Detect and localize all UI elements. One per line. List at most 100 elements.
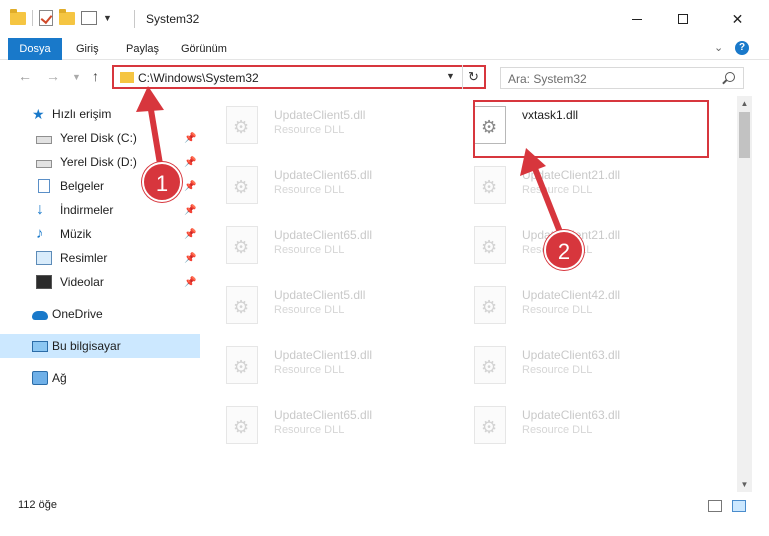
file-type: Resource DLL bbox=[274, 304, 345, 316]
scroll-down-icon[interactable]: ▼ bbox=[737, 477, 752, 492]
sidebar-item-label: Hızlı erişim bbox=[52, 107, 112, 121]
recent-locations-icon[interactable]: ▼ bbox=[72, 72, 81, 82]
dll-file-icon bbox=[474, 406, 506, 444]
sidebar-item-music[interactable]: ♪ Müzik 📌 bbox=[0, 222, 200, 246]
tab-file[interactable]: Dosya bbox=[8, 38, 62, 60]
folder-icon bbox=[10, 8, 26, 25]
help-icon[interactable]: ? bbox=[735, 41, 749, 55]
close-button[interactable]: ✕ bbox=[706, 0, 769, 38]
close-icon: ✕ bbox=[731, 10, 744, 27]
address-bar[interactable]: C:\Windows\System32 ▼ ↻ bbox=[112, 65, 486, 89]
drive-icon bbox=[36, 160, 52, 168]
pin-icon[interactable]: 📌 bbox=[184, 277, 196, 288]
video-icon bbox=[36, 275, 52, 289]
title-bar: ▼ System32 ✕ bbox=[0, 0, 769, 38]
chevron-down-icon[interactable]: ▼ bbox=[446, 71, 455, 81]
file-item[interactable]: UpdateClient65.dll Resource DLL bbox=[204, 216, 434, 266]
dll-file-icon bbox=[474, 286, 506, 324]
sidebar-item-this-pc[interactable]: Bu bilgisayar bbox=[0, 334, 200, 358]
step-1-badge: 1 bbox=[142, 162, 182, 202]
sidebar-item-label: Yerel Disk (C:) bbox=[60, 131, 137, 145]
details-view-button[interactable] bbox=[708, 500, 722, 512]
sidebar-item-downloads[interactable]: ↓ İndirmeler 📌 bbox=[0, 198, 200, 222]
highlight-box bbox=[473, 100, 709, 158]
sidebar-item-network[interactable]: Ağ bbox=[0, 366, 200, 390]
music-icon: ♪ bbox=[36, 225, 44, 242]
computer-icon bbox=[32, 340, 48, 352]
dll-file-icon bbox=[474, 226, 506, 264]
search-icon bbox=[725, 72, 735, 82]
navigation-pane: ★ Hızlı erişim Yerel Disk (C:) 📌 Yerel D… bbox=[0, 96, 200, 488]
file-item[interactable]: UpdateClient65.dll Resource DLL bbox=[204, 396, 434, 446]
scroll-thumb[interactable] bbox=[739, 112, 750, 158]
tab-view[interactable]: Görünüm bbox=[181, 38, 227, 60]
maximize-icon bbox=[678, 14, 688, 24]
dll-file-icon bbox=[226, 406, 258, 444]
sidebar-item-local-disk-c[interactable]: Yerel Disk (C:) 📌 bbox=[0, 126, 200, 150]
pin-icon[interactable]: 📌 bbox=[184, 181, 196, 192]
back-button[interactable]: ← bbox=[18, 68, 32, 84]
dll-file-icon bbox=[226, 226, 258, 264]
pin-icon[interactable]: 📌 bbox=[184, 205, 196, 216]
file-type: Resource DLL bbox=[522, 184, 593, 196]
file-name: UpdateClient42.dll bbox=[522, 288, 621, 302]
file-type: Resource DLL bbox=[274, 244, 345, 256]
address-path[interactable]: C:\Windows\System32 bbox=[138, 71, 259, 85]
tab-home[interactable]: Giriş bbox=[76, 38, 99, 60]
file-item[interactable]: UpdateClient21.dll Resource DLL bbox=[452, 156, 682, 206]
sidebar-item-label: Resimler bbox=[60, 251, 108, 265]
pin-icon[interactable]: 📌 bbox=[184, 253, 196, 264]
file-item[interactable]: UpdateClient63.dll Resource DLL bbox=[452, 396, 682, 446]
navigation-bar: ← → ▼ ↑ C:\Windows\System32 ▼ ↻ Ara: Sys… bbox=[0, 62, 769, 92]
chevron-down-icon[interactable]: ▼ bbox=[103, 13, 112, 23]
scroll-up-icon[interactable]: ▲ bbox=[737, 96, 752, 111]
refresh-button[interactable]: ↻ bbox=[462, 65, 484, 89]
file-item[interactable]: UpdateClient5.dll Resource DLL bbox=[204, 96, 434, 146]
file-item[interactable]: UpdateClient19.dll Resource DLL bbox=[204, 336, 434, 386]
file-name: UpdateClient5.dll bbox=[274, 108, 366, 122]
new-folder-icon[interactable] bbox=[59, 8, 75, 25]
file-name: UpdateClient63.dll bbox=[522, 408, 621, 422]
pin-icon[interactable]: 📌 bbox=[184, 229, 196, 240]
minimize-button[interactable] bbox=[614, 0, 660, 38]
tab-share[interactable]: Paylaş bbox=[126, 38, 159, 60]
sidebar-item-label: OneDrive bbox=[52, 307, 103, 321]
quick-access-toolbar: ▼ bbox=[10, 8, 112, 26]
dll-file-icon bbox=[226, 166, 258, 204]
file-name: UpdateClient65.dll bbox=[274, 168, 373, 182]
pin-icon[interactable]: 📌 bbox=[184, 133, 196, 144]
properties-check-icon[interactable] bbox=[39, 10, 53, 26]
file-name: UpdateClient63.dll bbox=[522, 348, 621, 362]
sidebar-item-label: Bu bilgisayar bbox=[52, 339, 121, 353]
expand-ribbon-icon[interactable]: ⌄ bbox=[714, 41, 723, 54]
dll-file-icon bbox=[226, 106, 258, 144]
file-type: Resource DLL bbox=[522, 424, 593, 436]
sidebar-item-onedrive[interactable]: OneDrive bbox=[0, 302, 200, 326]
customize-icon[interactable] bbox=[81, 11, 97, 25]
file-type: Resource DLL bbox=[274, 424, 345, 436]
file-item[interactable]: UpdateClient42.dll Resource DLL bbox=[452, 276, 682, 326]
sidebar-item-label: Belgeler bbox=[60, 179, 105, 193]
pictures-icon bbox=[36, 251, 52, 265]
vertical-scrollbar[interactable]: ▲ ▼ bbox=[737, 96, 752, 492]
file-type: Resource DLL bbox=[274, 124, 345, 136]
sidebar-item-videos[interactable]: Videolar 📌 bbox=[0, 270, 200, 294]
dll-file-icon bbox=[474, 346, 506, 384]
tiles-view-button[interactable] bbox=[732, 500, 746, 512]
forward-button[interactable]: → bbox=[46, 68, 60, 84]
file-item[interactable]: UpdateClient65.dll Resource DLL bbox=[204, 156, 434, 206]
pin-icon[interactable]: 📌 bbox=[184, 157, 196, 168]
dll-file-icon bbox=[226, 286, 258, 324]
file-name: UpdateClient65.dll bbox=[274, 408, 373, 422]
sidebar-item-quick-access[interactable]: ★ Hızlı erişim bbox=[0, 102, 200, 126]
dll-file-icon bbox=[226, 346, 258, 384]
file-item[interactable]: UpdateClient5.dll Resource DLL bbox=[204, 276, 434, 326]
search-input[interactable]: Ara: System32 bbox=[500, 67, 744, 89]
up-button[interactable]: ↑ bbox=[92, 68, 99, 84]
sidebar-item-pictures[interactable]: Resimler 📌 bbox=[0, 246, 200, 270]
maximize-button[interactable] bbox=[660, 0, 706, 38]
file-type: Resource DLL bbox=[274, 364, 345, 376]
file-type: Resource DLL bbox=[522, 304, 593, 316]
cloud-icon bbox=[32, 311, 48, 320]
file-item[interactable]: UpdateClient63.dll Resource DLL bbox=[452, 336, 682, 386]
